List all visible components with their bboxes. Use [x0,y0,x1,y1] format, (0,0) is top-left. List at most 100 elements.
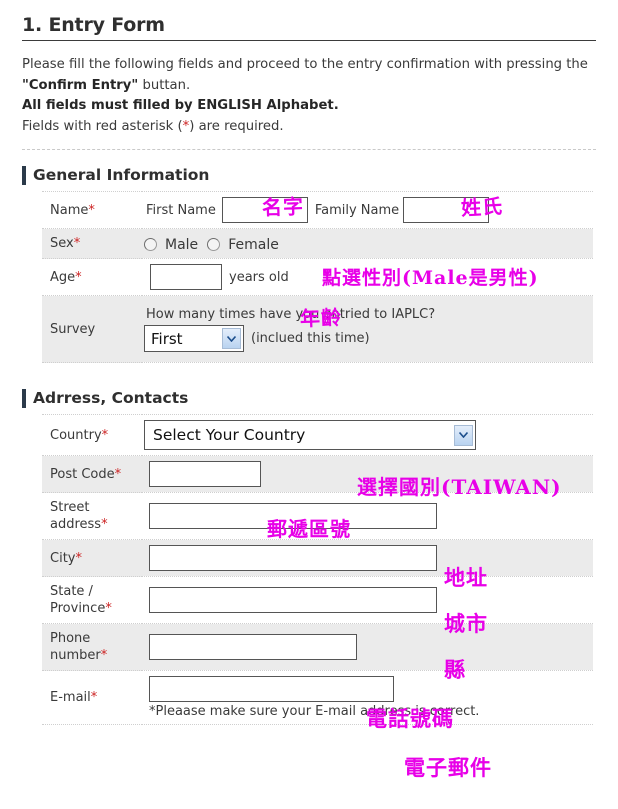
required-asterisk: * [90,690,98,705]
field-post-code-cell [142,456,593,493]
intro-line3-a: Fields with red asterisk ( [22,118,183,134]
field-email-cell: *Pleaase make sure your E-mail address i… [142,671,593,725]
label-street-address: Street address [50,500,102,532]
label-country-cell: Country* [42,415,142,456]
label-country: Country [50,427,102,443]
page-title-container: 1. Entry Form [22,13,596,41]
intro-divider [22,149,596,150]
label-state-cell: State / Province* [42,577,142,624]
field-survey-cell: How many times have you entried to IAPLC… [142,296,593,363]
radio-male[interactable] [144,238,157,251]
page-title: 1. Entry Form [22,14,165,36]
annotation-email: 電子郵件 [404,755,492,780]
intro-confirm-entry: "Confirm Entry" [22,77,139,93]
address-contacts-table: Country* Select Your Country Post Code* … [42,414,593,725]
phone-number-input[interactable] [149,634,357,660]
required-asterisk: * [75,269,82,285]
section-header-address: Adrress, Contacts [22,387,618,409]
label-email-cell: E-mail* [42,671,142,725]
required-asterisk: * [88,202,95,218]
table-row-city: City* [42,539,593,577]
label-age: Age [50,269,76,285]
label-phone-cell: Phone number* [42,624,142,671]
label-post-code: Post Code [50,466,115,482]
intro-text: Please fill the following fields and pro… [22,55,597,137]
label-years-old: years old [229,269,289,285]
table-row-age: Age* years old [42,258,593,296]
section-title-general: General Information [33,166,210,184]
intro-line2: All fields must filled by ENGLISH Alphab… [22,98,339,113]
required-asterisk: * [100,648,108,663]
required-asterisk: * [105,601,112,616]
required-asterisk: * [101,427,109,443]
table-row-survey: Survey How many times have you entried t… [42,295,593,363]
intro-line1-a: Please fill the following fields and pro… [22,57,588,72]
table-row-country: Country* Select Your Country [42,414,593,456]
radio-female-group[interactable]: Female [207,237,283,253]
survey-count-select[interactable]: First [144,325,244,352]
email-input[interactable] [149,676,394,702]
age-input[interactable] [150,264,222,290]
label-state-province: State / Province [50,584,106,616]
field-state-cell [142,577,593,624]
table-row-sex: Sex* Male Female [42,228,593,259]
label-family-name: Family Name [314,202,400,218]
section-accent-bar [22,165,26,185]
field-country-cell: Select Your Country [142,415,593,456]
post-code-input[interactable] [149,461,261,487]
survey-suffix-note: (inclued this time) [251,331,370,346]
required-asterisk: * [75,550,82,566]
country-select[interactable]: Select Your Country [144,420,476,450]
label-first-name: First Name [146,202,216,218]
label-city: City [50,550,76,566]
state-province-input[interactable] [149,587,437,613]
chevron-down-icon[interactable] [222,328,241,349]
required-asterisk: * [73,236,81,251]
label-sex: Sex [50,236,74,251]
street-address-input[interactable] [149,503,437,529]
section-header-general: General Information [22,164,618,186]
label-age-cell: Age* [42,259,142,296]
table-row-name: Name* First Name Family Name [42,191,593,229]
field-city-cell [142,540,593,577]
family-name-input[interactable] [403,197,490,223]
section-accent-bar [22,388,26,408]
label-phone-number: Phone number [50,631,101,663]
label-post-code-cell: Post Code* [42,456,142,493]
country-selected-value: Select Your Country [153,426,306,444]
email-note: *Pleaase make sure your E-mail address i… [149,704,480,719]
label-name-cell: Name* [42,192,142,229]
chevron-down-icon[interactable] [454,424,473,446]
label-survey: Survey [50,321,96,337]
survey-count-selected-value: First [151,329,183,348]
radio-male-group[interactable]: Male [144,237,202,253]
field-sex-cell: Male Female [142,229,593,259]
label-survey-cell: Survey [42,296,142,363]
field-street-cell [142,493,593,540]
label-street-cell: Street address* [42,493,142,540]
required-asterisk: * [114,466,122,482]
city-input[interactable] [149,545,437,571]
label-name: Name [50,202,89,218]
radio-male-label: Male [165,236,199,253]
general-information-table: Name* First Name Family Name Sex* Male Fe… [42,191,593,363]
radio-female-label: Female [228,236,279,253]
required-asterisk: * [101,517,108,532]
survey-question: How many times have you entried to IAPLC… [146,307,436,322]
label-email: E-mail [50,690,91,705]
table-row-state-province: State / Province* [42,576,593,624]
field-name-cell: First Name Family Name [142,192,593,229]
radio-female[interactable] [207,238,221,251]
field-phone-cell [142,624,593,671]
first-name-input[interactable] [221,197,308,223]
field-age-cell: years old [142,259,593,296]
label-city-cell: City* [42,540,142,577]
table-row-post-code: Post Code* [42,455,593,493]
table-row-street-address: Street address* [42,492,593,540]
section-title-address: Adrress, Contacts [33,389,189,407]
intro-line3-b: ) are required. [189,118,284,134]
table-row-email: E-mail* *Pleaase make sure your E-mail a… [42,670,593,725]
table-row-phone: Phone number* [42,623,593,671]
label-sex-cell: Sex* [42,229,142,259]
intro-line1-c: buttan. [138,77,191,93]
